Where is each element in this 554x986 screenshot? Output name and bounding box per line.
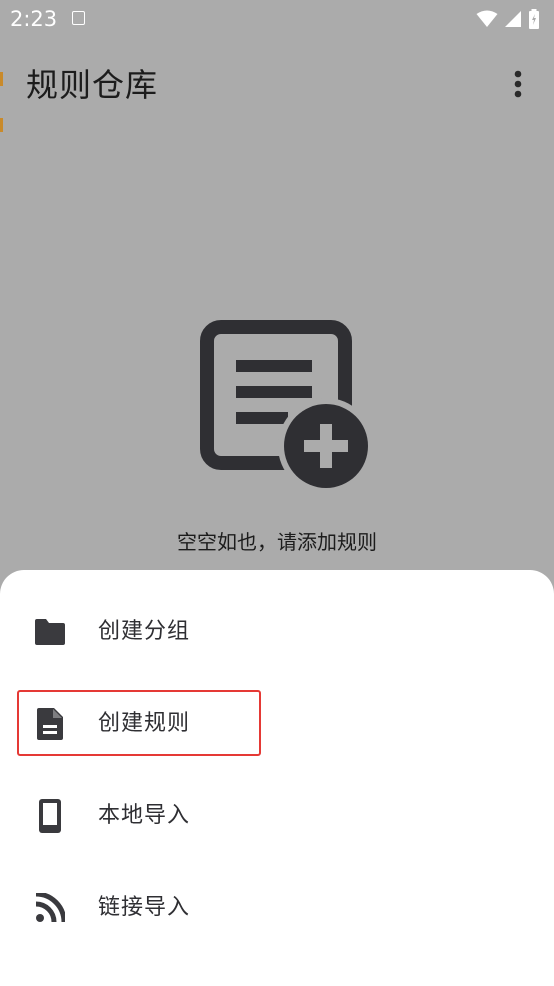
status-icons [476, 7, 540, 31]
page-title: 规则仓库 [26, 66, 159, 104]
create-group-label: 创建分组 [98, 619, 191, 644]
rss-icon [30, 888, 70, 928]
screen: 2:23 规则仓库 空空如也，请添加规则 创建分组 创建规则 本地导入 链接导入 [0, 0, 554, 986]
local-import-item[interactable]: 本地导入 [0, 778, 554, 854]
create-rule-item[interactable]: 创建规则 [0, 686, 554, 762]
battery-icon [529, 9, 539, 29]
status-bar: 2:23 [0, 0, 554, 38]
phone-icon [30, 796, 70, 836]
folder-icon [30, 612, 70, 652]
more-options-button[interactable] [498, 62, 538, 106]
bottom-sheet: 创建分组 创建规则 本地导入 链接导入 [0, 570, 554, 986]
wifi-icon [476, 10, 498, 27]
link-import-item[interactable]: 链接导入 [0, 870, 554, 946]
post-add-icon [200, 320, 374, 490]
create-rule-label: 创建规则 [98, 711, 191, 736]
notification-icon [72, 11, 85, 25]
app-bar: 规则仓库 [0, 38, 554, 128]
description-icon [30, 704, 70, 744]
status-time: 2:23 [10, 7, 58, 31]
signal-icon [505, 11, 521, 27]
local-import-label: 本地导入 [98, 803, 191, 828]
create-group-item[interactable]: 创建分组 [0, 594, 554, 670]
link-import-label: 链接导入 [98, 895, 191, 920]
empty-message: 空空如也，请添加规则 [177, 530, 377, 554]
more-vert-icon [514, 70, 522, 98]
